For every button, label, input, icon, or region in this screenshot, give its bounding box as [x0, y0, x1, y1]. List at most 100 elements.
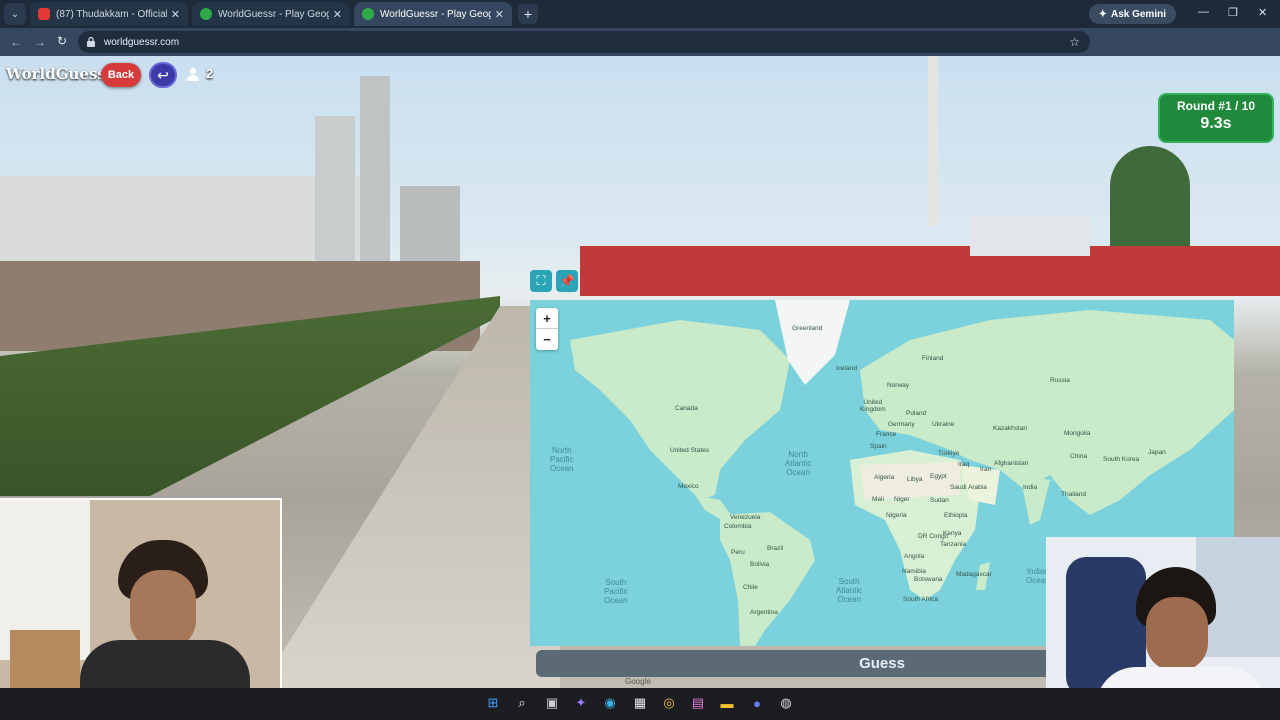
reload-icon[interactable]: ↻: [50, 34, 74, 48]
map-label-united-states: United States: [670, 447, 710, 454]
map-label-south-pacific-ocean: South Pacific Ocean: [604, 578, 628, 605]
map-label-brazil: Brazil: [767, 545, 784, 552]
map-label-venezuela: Venezuela: [730, 514, 761, 521]
expand-map-button[interactable]: ⛶: [530, 270, 552, 292]
zoom-in-button[interactable]: +: [536, 308, 558, 329]
map-label-mali: Mali: [872, 496, 884, 503]
map-label-greenland: Greenland: [792, 325, 823, 332]
map-label-uk: United Kingdom: [860, 399, 886, 413]
screen: ⌄ (87) Thudakkam - Official Teaser ✕ Wor…: [0, 0, 1280, 720]
youtube-icon: [38, 8, 50, 20]
copilot-icon[interactable]: ✦: [572, 694, 590, 712]
pin-icon: 📌: [559, 274, 575, 288]
map-label-libya: Libya: [907, 476, 923, 483]
bookmark-star-icon[interactable]: ☆: [1069, 35, 1080, 49]
round-label: Round #1 / 10: [1176, 99, 1256, 113]
map-label-north-atlantic-ocean: North Atlantic Ocean: [785, 450, 812, 477]
site-info-icon[interactable]: [86, 36, 96, 48]
map-label-iceland: Iceland: [836, 365, 857, 372]
map-label-colombia: Colombia: [724, 523, 752, 530]
close-icon[interactable]: ✕: [495, 8, 504, 21]
return-to-start-button[interactable]: ↩: [149, 62, 177, 88]
tab-title: WorldGuessr - Play Geoguessr Free: [380, 8, 491, 20]
map-label-china: China: [1070, 453, 1087, 460]
map-label-niger: Niger: [894, 496, 910, 503]
map-zoom-control: + −: [536, 308, 558, 350]
browser-tab-1[interactable]: (87) Thudakkam - Official Teaser ✕: [30, 2, 188, 26]
address-bar[interactable]: worldguessr.com ☆: [78, 31, 1090, 53]
google-attribution: Google: [625, 677, 651, 686]
landmass-india: [1020, 475, 1050, 525]
map-label-madagascar: Madagascar: [956, 571, 992, 578]
gemini-sparkle-icon: ✦: [1098, 8, 1107, 20]
search-icon[interactable]: ⌕: [513, 694, 531, 712]
map-label-thailand: Thailand: [1061, 491, 1086, 498]
worldguessr-icon: [200, 8, 212, 20]
worldguessr-icon: [362, 8, 374, 20]
browser-tab-2[interactable]: WorldGuessr - Play Geoguessr Free ✕: [192, 2, 350, 26]
truck: [580, 246, 1280, 296]
map-label-argentina: Argentina: [750, 609, 778, 616]
map-label-peru: Peru: [731, 549, 745, 556]
map-label-bolivia: Bolivia: [750, 561, 770, 568]
player-count: 2: [186, 66, 213, 81]
landmass-south-america: [720, 512, 815, 646]
tab-title: WorldGuessr - Play Geoguessr Free: [218, 8, 329, 20]
map-label-ethiopia: Ethiopia: [944, 512, 968, 519]
map-label-iran: Iran: [980, 466, 992, 473]
ask-gemini-button[interactable]: ✦ Ask Gemini: [1088, 4, 1176, 24]
close-window-icon[interactable]: ✕: [1258, 6, 1267, 19]
map-label-angola: Angola: [904, 553, 925, 560]
browser-tab-3-active[interactable]: WorldGuessr - Play Geoguessr Free ✕: [354, 2, 512, 26]
task-view-icon[interactable]: ▣: [543, 694, 561, 712]
player-count-value: 2: [206, 66, 214, 81]
map-label-india: India: [1023, 484, 1038, 491]
pin-map-button[interactable]: 📌: [556, 270, 578, 292]
store-icon[interactable]: ▦: [631, 694, 649, 712]
tab-search-button[interactable]: ⌄: [4, 3, 26, 25]
map-label-iraq: Iraq: [958, 461, 970, 468]
new-tab-button[interactable]: +: [518, 4, 538, 24]
edge-icon[interactable]: ◉: [601, 694, 619, 712]
map-label-chile: Chile: [743, 584, 758, 591]
forward-arrow-icon[interactable]: →: [28, 35, 52, 49]
map-label-south-africa: South Africa: [903, 596, 939, 603]
map-label-afghanistan: Afghanistan: [994, 460, 1029, 467]
chrome-icon[interactable]: ◎: [660, 694, 678, 712]
url-text: worldguessr.com: [104, 36, 180, 48]
map-label-tanzania: Tanzania: [940, 541, 967, 548]
ask-gemini-label: Ask Gemini: [1110, 8, 1166, 20]
map-label-poland: Poland: [906, 410, 927, 417]
obs-icon[interactable]: ◍: [777, 694, 795, 712]
close-icon[interactable]: ✕: [333, 8, 342, 21]
windows-start-icon[interactable]: ⊞: [484, 694, 502, 712]
map-label-russia: Russia: [1050, 377, 1070, 384]
timer: 9.3s: [1200, 115, 1232, 132]
map-label-egypt: Egypt: [930, 473, 947, 480]
user-icon: [187, 67, 199, 81]
tab-title: (87) Thudakkam - Official Teaser: [56, 8, 167, 20]
map-label-botswana: Botswana: [914, 576, 943, 583]
map-label-dr-congo: DR Congo: [918, 533, 949, 540]
person-face: [130, 570, 196, 650]
minimize-icon[interactable]: —: [1198, 6, 1209, 18]
premiere-icon[interactable]: ▤: [689, 694, 707, 712]
map-label-kazakhstan: Kazakhstan: [993, 425, 1027, 432]
person-face: [1146, 597, 1208, 671]
map-label-saudi-arabia: Saudi Arabia: [950, 484, 987, 491]
map-label-turkiye: Türkiye: [938, 450, 960, 457]
restore-icon[interactable]: ❐: [1228, 6, 1238, 19]
map-label-ukraine: Ukraine: [932, 421, 955, 428]
map-label-south-atlantic-ocean: South Atlantic Ocean: [836, 577, 863, 604]
close-icon[interactable]: ✕: [171, 8, 180, 21]
pole: [928, 56, 938, 226]
map-label-france: France: [876, 431, 897, 438]
map-label-namibia: Namibia: [902, 568, 926, 575]
back-button[interactable]: Back: [101, 63, 141, 87]
map-label-norway: Norway: [887, 382, 910, 389]
file-explorer-icon[interactable]: ▬: [718, 694, 736, 712]
worldguessr-logo[interactable]: WorldGuessr: [6, 65, 114, 83]
zoom-out-button[interactable]: −: [536, 329, 558, 350]
discord-icon[interactable]: ●: [748, 694, 766, 712]
back-arrow-icon[interactable]: ←: [4, 35, 28, 49]
